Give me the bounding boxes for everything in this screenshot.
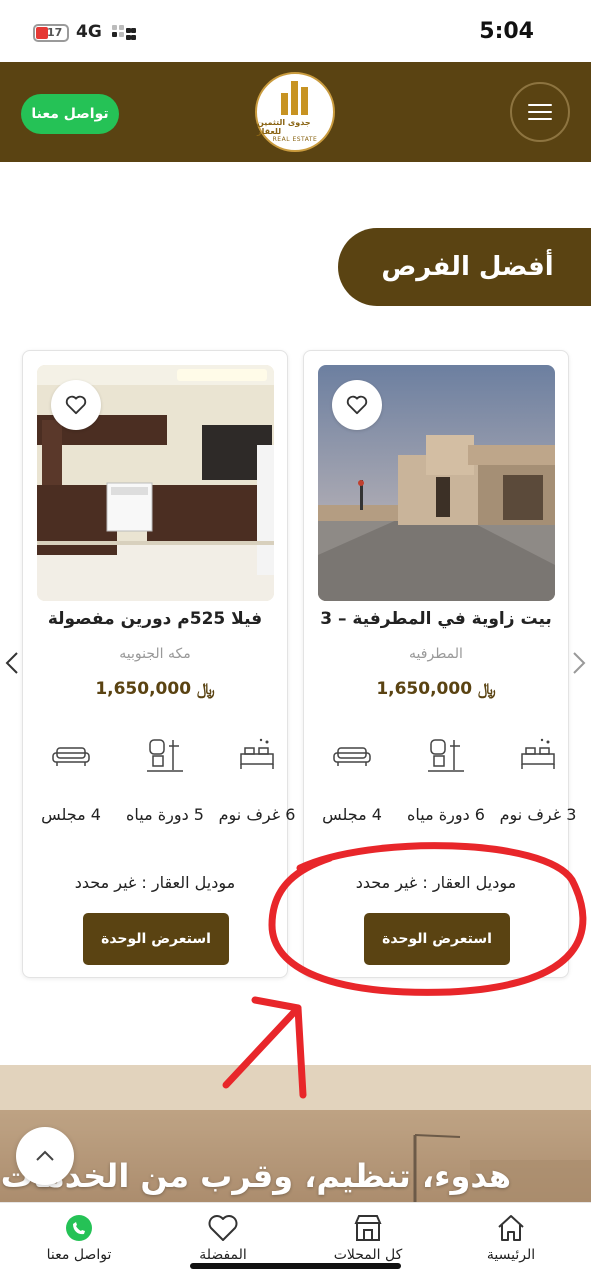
property-title[interactable]: بيت زاوية في المطرفية – 3 [312,609,560,629]
nav-label: المفضلة [199,1247,247,1263]
network-type: 4G [76,22,102,42]
nav-label: تواصل معنا [46,1247,112,1263]
site-logo[interactable]: جدوى التثمين للعقار REAL ESTATE [255,72,335,152]
property-card[interactable]: فيلا 525م دورين مفصولة مكه الجنوبيه 1,65… [22,350,295,978]
property-price: 1,650,000 ﷼ [23,679,287,699]
view-unit-button[interactable]: استعرض الوحدة [83,913,229,965]
status-bar: 17 4G 5:04 [0,0,591,62]
chevron-up-icon [36,1150,54,1161]
property-title[interactable]: فيلا 525م دورين مفصولة [31,609,279,629]
price-value: 1,650,000 [95,679,192,699]
property-price: 1,650,000 ﷼ [304,679,568,699]
home-indicator [190,1263,401,1269]
rooms-count: 3 غرف نوم [499,805,577,824]
hamburger-menu-icon[interactable] [510,82,570,142]
nav-item-stores[interactable]: كل المحلات [318,1213,418,1263]
bathrooms-count: 6 دورة مياه [407,805,485,824]
property-model: موديل العقار : غير محدد [74,873,236,892]
property-card[interactable]: بيت زاوية في المطرفية – 3 المطرفيه 1,650… [303,350,576,978]
heart-icon [65,395,87,415]
signal-icon [112,25,136,41]
bed-icon [521,738,555,769]
store-icon [354,1215,382,1241]
heart-icon [208,1215,238,1241]
favorite-button[interactable] [51,380,101,430]
annotation-arrow-head [251,996,302,1012]
sofa-icon [333,747,371,766]
majlis-count: 4 مجلس [322,805,382,824]
bathrooms-count: 5 دورة مياه [126,805,204,824]
scroll-to-top-button[interactable] [16,1127,74,1185]
carousel-prev-icon[interactable] [4,650,20,676]
home-icon [498,1215,524,1241]
building-icon [279,81,311,115]
property-model: موديل العقار : غير محدد [355,873,517,892]
bathroom-icon [147,739,183,772]
contact-us-button[interactable]: تواصل معنا [21,94,119,134]
nav-label: كل المحلات [333,1247,403,1263]
property-photo[interactable] [37,365,274,601]
clock: 5:04 [479,19,534,44]
whatsapp-icon [66,1215,92,1241]
carousel-next-icon[interactable] [571,650,587,676]
favorite-button[interactable] [332,380,382,430]
property-location: المطرفيه [409,646,463,662]
section-title: أفضل الفرص [338,228,591,306]
bathroom-icon [428,739,464,772]
hero-banner: هدوء، تنظيم، وقرب من الخدمات [0,1065,591,1205]
nav-item-favorites[interactable]: المفضلة [173,1213,273,1263]
heart-icon [346,395,368,415]
bed-icon [240,738,274,769]
view-unit-button[interactable]: استعرض الوحدة [364,913,510,965]
site-header: تواصل معنا جدوى التثمين للعقار REAL ESTA… [0,62,591,162]
logo-name: جدوى التثمين للعقار [257,118,311,136]
banner-heading: هدوء، تنظيم، وقرب من الخدمات [0,1157,511,1195]
sofa-icon [52,747,90,766]
rooms-count: 6 غرف نوم [218,805,296,824]
nav-label: الرئيسية [486,1247,536,1263]
nav-item-contact[interactable]: تواصل معنا [29,1213,129,1263]
logo-subtitle: REAL ESTATE [272,136,318,143]
majlis-count: 4 مجلس [41,805,101,824]
battery-icon: 17 [33,24,69,42]
nav-item-home[interactable]: الرئيسية [461,1213,561,1263]
price-value: 1,650,000 [376,679,473,699]
property-location: مكه الجنوبيه [119,646,191,662]
battery-level: 17 [47,26,63,39]
riyal-icon: ﷼ [477,679,496,698]
riyal-icon: ﷼ [196,679,215,698]
property-photo[interactable] [318,365,555,601]
